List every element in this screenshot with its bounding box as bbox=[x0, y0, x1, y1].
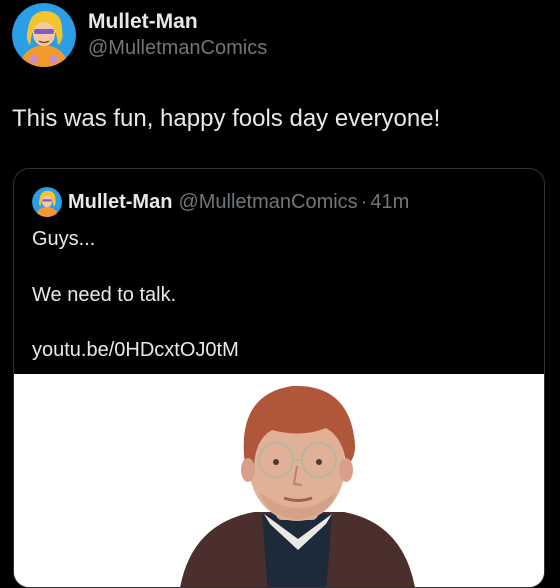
quoted-handle[interactable]: @MulletmanComics bbox=[178, 191, 357, 214]
quoted-display-name[interactable]: Mullet-Man bbox=[68, 191, 172, 214]
separator-dot: · bbox=[360, 190, 368, 213]
tweet-header: Mullet-Man @MulletmanComics bbox=[12, 3, 267, 67]
quoted-link-line: youtu.be/0HDcxtOJ0tM bbox=[32, 338, 239, 362]
quoted-tweet-card[interactable]: Mullet-Man @MulletmanComics · 41m Guys..… bbox=[13, 168, 545, 588]
author-handle[interactable]: @MulletmanComics bbox=[88, 35, 267, 61]
youtube-link[interactable]: youtu.be/0HDcxtOJ0tM bbox=[32, 339, 239, 361]
tweet-text: This was fun, happy fools day everyone! bbox=[12, 105, 441, 132]
quoted-text-line: Guys... bbox=[32, 228, 96, 250]
author-names[interactable]: Mullet-Man @MulletmanComics bbox=[88, 9, 267, 61]
quoted-text-line: We need to talk. bbox=[32, 284, 177, 306]
person-photo-icon bbox=[14, 374, 544, 587]
quoted-avatar[interactable] bbox=[32, 187, 62, 217]
author-display-name[interactable]: Mullet-Man bbox=[88, 9, 267, 35]
quoted-timestamp[interactable]: 41m bbox=[370, 191, 409, 214]
quoted-tweet-header: Mullet-Man @MulletmanComics · 41m bbox=[32, 187, 409, 217]
avatar[interactable] bbox=[12, 3, 76, 67]
mulletman-avatar-icon bbox=[12, 3, 76, 67]
mulletman-avatar-icon bbox=[32, 187, 62, 217]
quoted-media-image[interactable] bbox=[14, 374, 544, 587]
